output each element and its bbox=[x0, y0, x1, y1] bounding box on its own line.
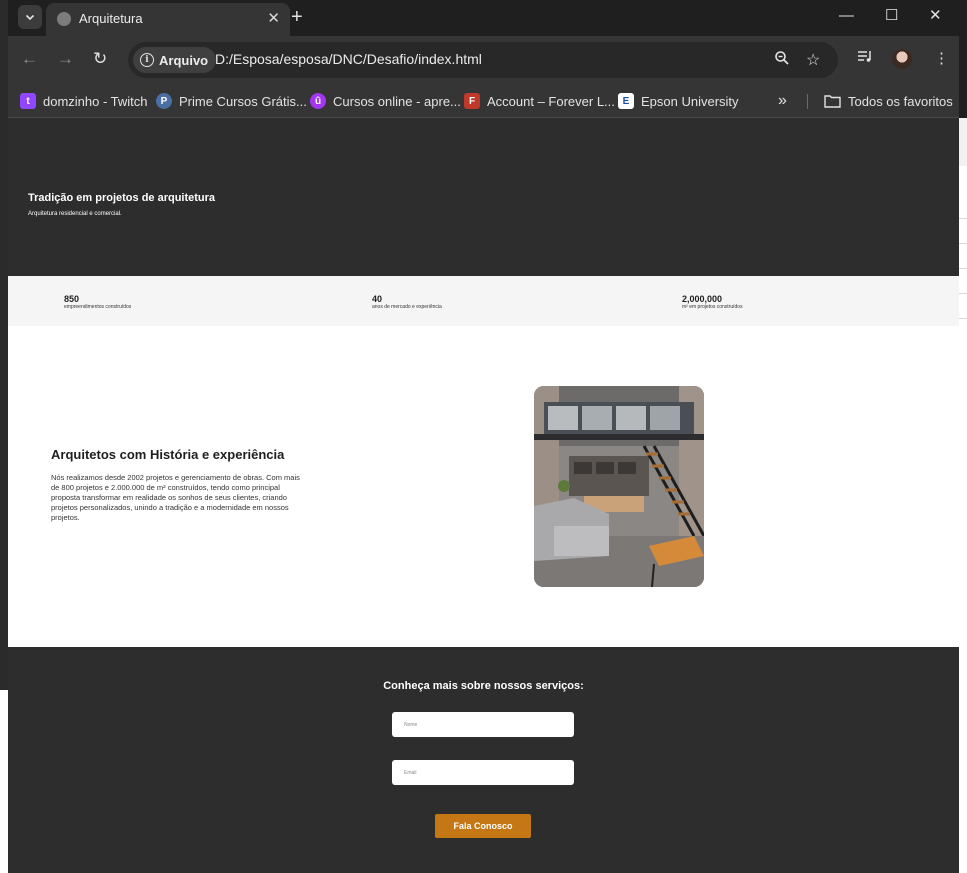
active-tab[interactable]: Arquitetura ✕ bbox=[46, 3, 290, 36]
hero-title: Tradição em projetos de arquitetura bbox=[28, 192, 216, 204]
back-icon[interactable]: ← bbox=[21, 49, 38, 69]
stat-label: empreendimentos construídos bbox=[64, 304, 132, 310]
zoom-icon[interactable] bbox=[774, 50, 790, 71]
contact-section: Conheça mais sobre nossos serviços: Fala… bbox=[8, 647, 959, 873]
udemy-icon: û bbox=[310, 93, 326, 109]
stat-item: 850 empreendimentos construídos bbox=[64, 294, 131, 310]
stats-section: 850 empreendimentos construídos 40 anos … bbox=[8, 276, 959, 326]
tab-title: Arquitetura bbox=[79, 11, 143, 26]
about-text: Nós realizamos desde 2002 projetos e ger… bbox=[51, 473, 300, 522]
browser-toolbar: ← → ↻ i Arquivo D:/Esposa/esposa/DNC/Des… bbox=[8, 36, 959, 84]
all-bookmarks-folder[interactable]: Todos os favoritos bbox=[824, 90, 953, 112]
stat-label: anos de mercado e experiência bbox=[372, 304, 442, 310]
bookmark-label: Account – Forever L... bbox=[487, 93, 615, 109]
prime-cursos-icon: P bbox=[156, 93, 172, 109]
stat-item: 2,000,000 m² em projetos construídos bbox=[682, 294, 743, 310]
bookmark-label: Epson University bbox=[641, 93, 739, 109]
twitch-icon: t bbox=[20, 93, 36, 109]
bookmark-label: domzinho - Twitch bbox=[43, 93, 148, 109]
bookmark-udemy[interactable]: û Cursos online - apre... bbox=[310, 90, 461, 112]
forward-icon[interactable]: → bbox=[57, 49, 74, 69]
tab-search-button[interactable] bbox=[18, 5, 42, 29]
profile-avatar[interactable] bbox=[892, 49, 912, 69]
page-viewport: Tradição em projetos de arquitetura Arqu… bbox=[8, 118, 959, 873]
minimize-icon[interactable]: — bbox=[839, 6, 854, 26]
stat-value: 850 bbox=[64, 294, 80, 304]
tab-strip: Arquitetura ✕ + — ☐ ✕ bbox=[8, 0, 959, 36]
tab-close-icon[interactable]: ✕ bbox=[267, 9, 280, 27]
about-section: Arquitetos com História e experiência Nó… bbox=[8, 326, 959, 647]
bookmark-label: Prime Cursos Grátis... bbox=[179, 93, 307, 109]
name-field[interactable] bbox=[392, 712, 574, 737]
window-close-icon[interactable]: ✕ bbox=[929, 6, 942, 26]
loft-interior-photo bbox=[534, 386, 704, 587]
about-title: Arquitetos com História e experiência bbox=[51, 447, 285, 462]
epson-icon: E bbox=[618, 93, 634, 109]
email-field[interactable] bbox=[392, 760, 574, 785]
url-text[interactable]: D:/Esposa/esposa/DNC/Desafio/index.html bbox=[215, 51, 482, 67]
bookmarks-bar: t domzinho - Twitch P Prime Cursos Gráti… bbox=[8, 84, 959, 118]
all-bookmarks-label: Todos os favoritos bbox=[848, 93, 953, 109]
globe-icon bbox=[57, 12, 71, 26]
site-info-chip[interactable]: i Arquivo bbox=[133, 47, 217, 73]
contact-title: Conheça mais sobre nossos serviços: bbox=[383, 680, 584, 692]
info-icon: i bbox=[140, 53, 154, 67]
stat-label: m² em projetos construídos bbox=[682, 304, 743, 310]
site-info-label: Arquivo bbox=[159, 52, 209, 68]
maximize-icon[interactable]: ☐ bbox=[885, 6, 898, 26]
bookmark-prime-cursos[interactable]: P Prime Cursos Grátis... bbox=[156, 90, 307, 112]
stat-value: 2,000,000 bbox=[682, 294, 723, 304]
new-tab-icon[interactable]: + bbox=[291, 5, 303, 29]
stat-item: 40 anos de mercado e experiência bbox=[372, 294, 442, 310]
hero-subtitle: Arquitetura residencial e comercial. bbox=[28, 211, 122, 217]
background-window-left bbox=[0, 0, 8, 873]
bookmark-label: Cursos online - apre... bbox=[333, 93, 461, 109]
background-window-right bbox=[959, 118, 967, 873]
stat-value: 40 bbox=[372, 294, 383, 304]
forever-icon: F bbox=[464, 93, 480, 109]
bookmark-forever[interactable]: F Account – Forever L... bbox=[464, 90, 615, 112]
chevron-down-icon bbox=[25, 14, 35, 21]
hero-section: Tradição em projetos de arquitetura Arqu… bbox=[8, 118, 959, 276]
bookmark-star-icon[interactable]: ☆ bbox=[806, 50, 820, 70]
folder-icon bbox=[824, 95, 841, 108]
overflow-chevron-icon: » bbox=[778, 92, 787, 109]
address-bar[interactable]: i Arquivo D:/Esposa/esposa/DNC/Desafio/i… bbox=[128, 42, 838, 78]
bookmarks-divider bbox=[807, 94, 808, 109]
bookmarks-overflow-button[interactable]: » bbox=[778, 90, 787, 112]
reload-icon[interactable]: ↻ bbox=[93, 49, 107, 69]
bookmark-twitch[interactable]: t domzinho - Twitch bbox=[20, 90, 148, 112]
contact-button[interactable]: Fala Conosco bbox=[435, 814, 531, 838]
media-controls-icon[interactable] bbox=[857, 49, 873, 67]
menu-icon[interactable]: ⋮ bbox=[934, 49, 949, 67]
bookmark-epson[interactable]: E Epson University bbox=[618, 90, 739, 112]
